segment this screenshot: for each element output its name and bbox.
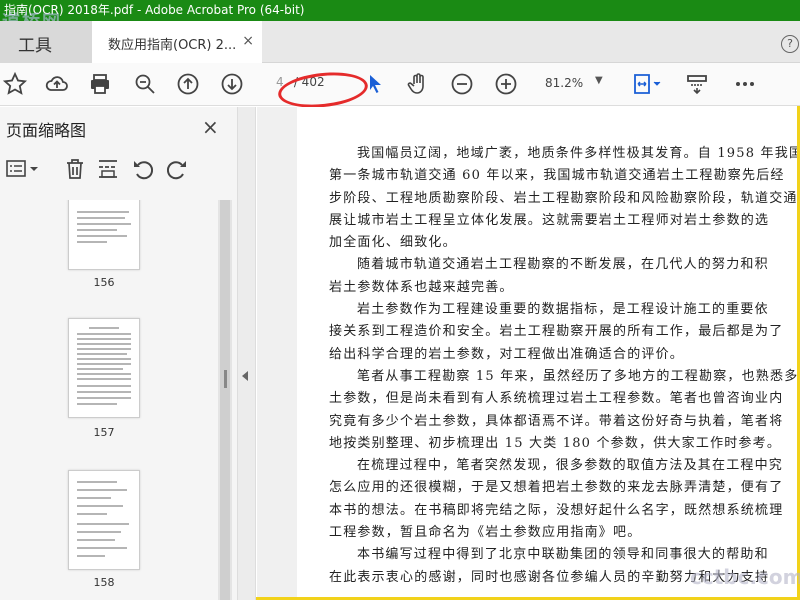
prev-page-icon[interactable] bbox=[175, 71, 201, 97]
text-line: 展让城市岩土工程呈立体化发展。这就需要岩土工程师对岩土参数的选 bbox=[329, 212, 770, 228]
panel-toolbar bbox=[0, 152, 238, 188]
text-line: 步阶段、工程地质勘察阶段、岩土工程勘察阶段和风险勘察阶段，轨道交通 bbox=[329, 190, 797, 206]
text-line: 给出科学合理的岩土参数，对工程做出准确适合的评价。 bbox=[329, 346, 685, 362]
next-page-icon[interactable] bbox=[219, 71, 245, 97]
text-line: 土参数，但是尚未看到有人系统梳理过岩土工程参数。笔者也曾咨询业内 bbox=[329, 391, 784, 407]
tab-document[interactable]: 数应用指南(OCR) 2... × bbox=[92, 21, 262, 63]
text-line: 加全面化、细致化。 bbox=[329, 235, 457, 251]
tab-bar: 工具 数应用指南(OCR) 2... × ? bbox=[0, 21, 800, 63]
main-toolbar: 4 / 402 81.2% ▼ bbox=[0, 63, 800, 106]
scroll-mode-icon[interactable] bbox=[684, 71, 710, 97]
thumbnail-list[interactable]: 156 157 158 bbox=[0, 200, 218, 600]
text-line: 岩土参数作为工程建设重要的数据指标，是工程设计施工的重要依 bbox=[357, 302, 769, 318]
watermark-logo: cctbc.com bbox=[690, 565, 800, 589]
panel-title: 页面缩略图 bbox=[6, 121, 87, 140]
zoom-level[interactable]: 81.2% bbox=[545, 76, 583, 90]
text-line: 究竟有多少个岩土参数，具体都语焉不详。带着这份好奇与执着，笔者将 bbox=[329, 413, 784, 429]
star-icon[interactable] bbox=[2, 71, 28, 97]
text-line: 第一条城市轨道交通 60 年以来，我国城市轨道交通岩土工程勘察先后经 bbox=[329, 168, 785, 184]
tab-tools[interactable]: 工具 bbox=[0, 21, 92, 63]
panel-splitter[interactable] bbox=[238, 107, 256, 600]
collapse-arrow-icon[interactable] bbox=[242, 371, 248, 381]
text-line: 地按类别整理、初步梳理出 15 大类 180 个参数，供大家工作时参考。 bbox=[329, 435, 782, 451]
window-title-bar: 指南(OCR) 2018年.pdf - Adobe Acrobat Pro (6… bbox=[0, 0, 800, 21]
rotate-cw-icon[interactable] bbox=[165, 156, 189, 182]
thumbnail-label: 156 bbox=[93, 276, 115, 289]
text-line: 笔者从事工程勘察 15 年来，虽然经历了多地方的工程勘察，也熟悉多 bbox=[357, 368, 797, 384]
print-icon[interactable] bbox=[87, 71, 113, 97]
rotate-ccw-icon[interactable] bbox=[131, 156, 155, 182]
more-icon[interactable] bbox=[732, 71, 758, 97]
fit-page-icon[interactable] bbox=[630, 71, 664, 97]
pdf-page: 我国幅员辽阔，地域广袤，地质条件多样性极其发育。自 1958 年我国 第一条城市… bbox=[297, 107, 797, 597]
panel-resize-grip[interactable] bbox=[224, 370, 227, 388]
text-line: 随着城市轨道交通岩土工程勘察的不断发展，在几代人的努力和积 bbox=[357, 257, 769, 273]
upload-icon[interactable] bbox=[44, 71, 70, 97]
page-text: 我国幅员辽阔，地域广袤，地质条件多样性极其发育。自 1958 年我国 第一条城市… bbox=[329, 143, 797, 589]
options-icon[interactable] bbox=[6, 156, 40, 182]
tab-document-label: 数应用指南(OCR) 2... bbox=[108, 38, 237, 53]
delete-icon[interactable] bbox=[63, 156, 87, 182]
page-thumbnail-157[interactable] bbox=[68, 318, 140, 418]
panel-close-icon[interactable]: × bbox=[202, 115, 219, 139]
text-line: 工程参数，暂且命名为《岩土参数应用指南》吧。 bbox=[329, 525, 642, 541]
thumbnail-label: 158 bbox=[93, 576, 115, 589]
document-view[interactable]: 我国幅员辽阔，地域广袤，地质条件多样性极其发育。自 1958 年我国 第一条城市… bbox=[257, 107, 797, 597]
chevron-down-icon[interactable]: ▼ bbox=[595, 75, 603, 86]
thumbnail-panel: 页面缩略图 × 156 157 158 bbox=[0, 107, 238, 600]
page-thumbnail-158[interactable] bbox=[68, 470, 140, 570]
insert-page-icon[interactable] bbox=[96, 156, 120, 182]
text-line: 接关系到工程造价和安全。岩土工程勘察开展的所有工作，最后都是为了 bbox=[329, 324, 784, 340]
text-line: 在梳理过程中，笔者突然发现，很多参数的取值方法及其在工程中究 bbox=[357, 458, 784, 474]
scrollbar-thumb[interactable] bbox=[220, 200, 230, 600]
text-line: 岩土参数体系也越来越完善。 bbox=[329, 279, 514, 295]
text-line: 本书的想法。在书稿即将完结之际，没想好起什么名字，既然想系统梳理 bbox=[329, 502, 784, 518]
hand-icon[interactable] bbox=[405, 71, 431, 97]
page-thumbnail-156[interactable] bbox=[68, 200, 140, 270]
zoom-in-icon[interactable] bbox=[493, 71, 519, 97]
zoom-out-icon[interactable] bbox=[449, 71, 475, 97]
tab-close-icon[interactable]: × bbox=[242, 33, 254, 49]
thumbnail-label: 157 bbox=[93, 426, 115, 439]
text-line: 怎么应用的还很模糊，于是又想着把岩土参数的来龙去脉弄清楚，便有了 bbox=[329, 480, 784, 496]
zoom-search-icon[interactable] bbox=[132, 71, 158, 97]
help-icon[interactable]: ? bbox=[781, 35, 799, 53]
thumbnail-scrollbar[interactable] bbox=[218, 200, 232, 600]
text-line: 本书编写过程中得到了北京中联勘集团的领导和同事很大的帮助和 bbox=[357, 547, 769, 563]
text-line: 我国幅员辽阔，地域广袤，地质条件多样性极其发育。自 1958 年我国 bbox=[357, 146, 797, 161]
